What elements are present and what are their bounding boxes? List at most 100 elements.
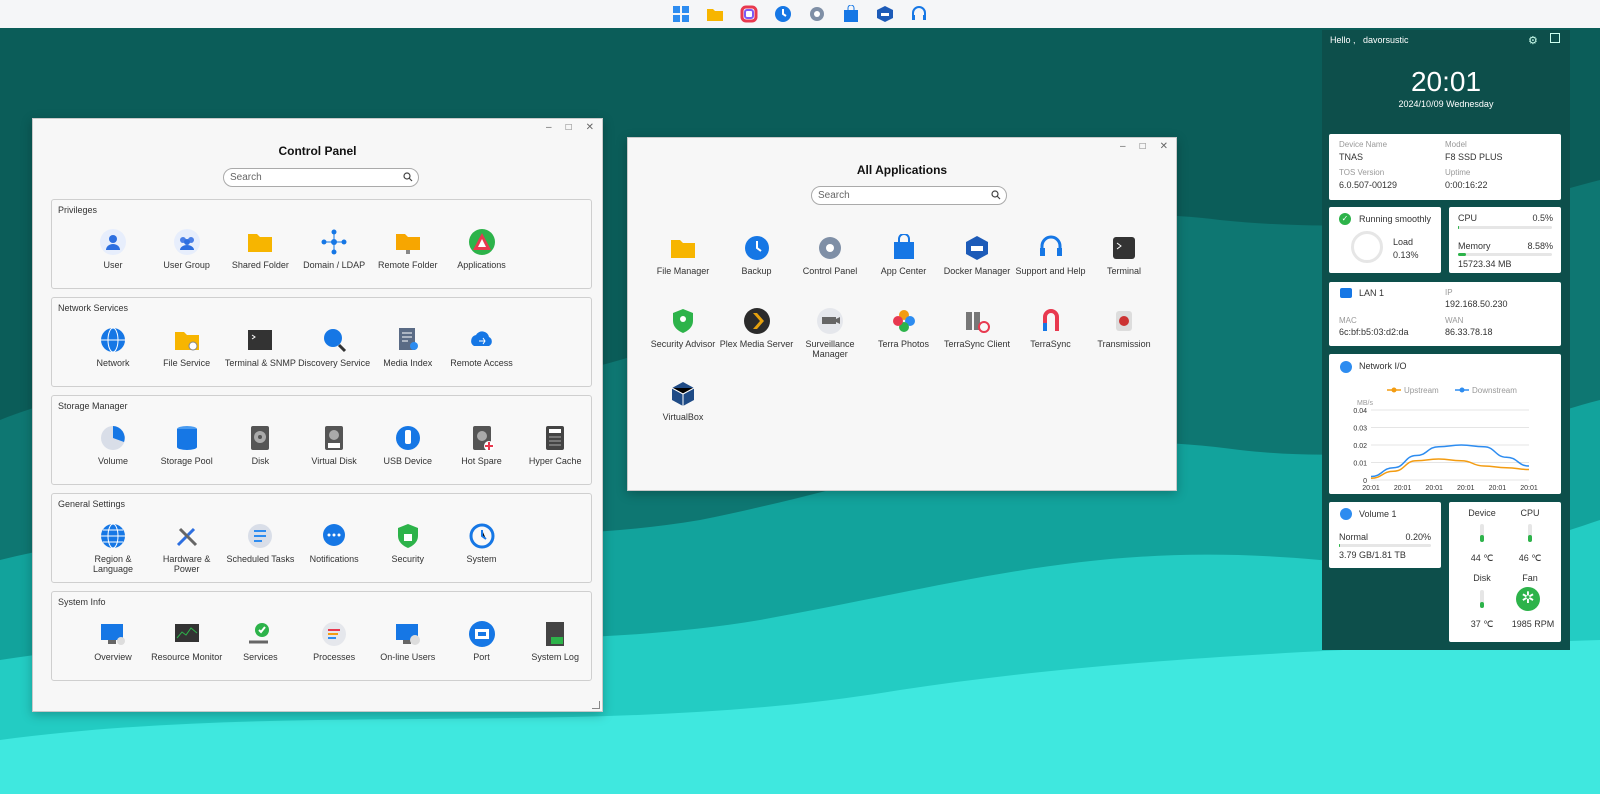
backup-icon[interactable] (772, 3, 794, 25)
volume-percent: 0.20% (1405, 532, 1431, 542)
section-network-services: Network Services Network File Service Termi… (51, 297, 592, 387)
section-title: Storage Manager (58, 401, 128, 411)
cp-item-overview[interactable]: Overview (76, 620, 150, 662)
virtualbox-icon (669, 380, 697, 408)
app-docker[interactable]: Docker Manager (940, 234, 1014, 276)
cp-item-label: File Service (163, 358, 211, 368)
region-language-icon (99, 522, 127, 550)
search-icon[interactable] (991, 190, 1001, 203)
close-icon[interactable]: ✕ (586, 123, 594, 133)
cpu-memory-card: CPU 0.5% Memory 8.58% 15723.34 MB (1449, 207, 1561, 273)
docker-icon[interactable] (874, 3, 896, 25)
search-icon[interactable] (403, 172, 413, 185)
app-label: Plex Media Server (719, 339, 794, 349)
search-input[interactable]: Search (223, 168, 419, 187)
tos-label: TOS Version (1339, 168, 1385, 177)
minimize-icon[interactable]: – (1120, 142, 1126, 152)
cp-item-notifications[interactable]: Notifications (297, 522, 371, 564)
cp-item-label: Overview (94, 652, 132, 662)
headset-icon[interactable] (908, 3, 930, 25)
close-icon[interactable]: ✕ (1160, 142, 1168, 152)
maximize-icon[interactable]: □ (1140, 142, 1146, 152)
expand-icon[interactable] (1550, 33, 1560, 43)
cp-item-user[interactable]: User (76, 228, 150, 270)
cp-item-processes[interactable]: Processes (297, 620, 371, 662)
cp-item-port[interactable]: Port (445, 620, 519, 662)
app-app-center[interactable]: App Center (867, 234, 941, 276)
wan-label: WAN (1445, 316, 1464, 325)
app-terra-photos[interactable]: Terra Photos (867, 307, 941, 349)
app-transmission[interactable]: Transmission (1087, 307, 1161, 349)
maximize-icon[interactable]: □ (566, 123, 572, 133)
cp-item-applications[interactable]: Applications (445, 228, 519, 270)
cp-item-online-users[interactable]: On-line Users (371, 620, 445, 662)
thermometer-icon (1480, 524, 1484, 542)
cp-item-services[interactable]: Services (223, 620, 297, 662)
shopping-bag-icon[interactable] (840, 3, 862, 25)
minimize-icon[interactable]: – (546, 123, 552, 133)
app-control-panel[interactable]: Control Panel (793, 234, 867, 276)
cp-item-label: Security (391, 554, 425, 564)
app-file-manager[interactable]: File Manager (646, 234, 720, 276)
terminal-snmp-icon (246, 326, 274, 354)
cp-item-terminal-snmp[interactable]: Terminal & SNMP (223, 326, 297, 368)
cp-item-disk[interactable]: Disk (223, 424, 297, 466)
cp-item-user-group[interactable]: User Group (150, 228, 224, 270)
search-input[interactable]: Search (811, 186, 1007, 205)
clock-date: 2024/10/09 Wednesday (1398, 99, 1494, 109)
cp-item-security[interactable]: Security (371, 522, 445, 564)
legend-marker (1459, 387, 1465, 393)
file-manager-icon[interactable] (704, 3, 726, 25)
hello-text: Hello , (1330, 35, 1356, 45)
app-terminal[interactable]: Terminal (1087, 234, 1161, 276)
app-label: VirtualBox (662, 412, 704, 422)
cp-item-shared-folder[interactable]: Shared Folder (223, 228, 297, 270)
widget-panel: Hello , davorsustic ⚙ 20:01 2024/10/09 W… (1322, 30, 1570, 650)
cp-item-system-log[interactable]: System Log (518, 620, 592, 662)
app-terrasync-client[interactable]: TerraSync Client (940, 307, 1014, 349)
cp-item-label: Services (243, 652, 278, 662)
app-terrasync[interactable]: TerraSync (1014, 307, 1088, 349)
cp-item-network[interactable]: Network (76, 326, 150, 368)
control-panel-icon[interactable] (806, 3, 828, 25)
cp-item-discovery-service[interactable]: Discovery Service (297, 326, 371, 368)
uptime-value: 0:00:16:22 (1445, 180, 1488, 190)
resize-handle-icon[interactable] (592, 701, 600, 709)
file-service-icon (173, 326, 201, 354)
cp-item-scheduled-tasks[interactable]: Scheduled Tasks (223, 522, 297, 564)
cp-item-hardware-power[interactable]: Hardware & Power (150, 522, 224, 574)
temperature-card: Device 44 ℃ CPU 46 ℃ Disk 37 ℃ Fan ✲ 198… (1449, 502, 1561, 642)
grid-apps-icon[interactable] (670, 3, 692, 25)
cp-item-label: User (103, 260, 123, 270)
app-center-icon[interactable] (738, 3, 760, 25)
cp-item-system[interactable]: System (445, 522, 519, 564)
app-label: Support and Help (1015, 266, 1086, 276)
app-security-advisor[interactable]: Security Advisor (646, 307, 720, 349)
app-backup[interactable]: Backup (720, 234, 794, 276)
cp-item-region-language[interactable]: Region & Language (76, 522, 150, 574)
cp-item-domain-ldap[interactable]: Domain / LDAP (297, 228, 371, 270)
settings-icon[interactable]: ⚙ (1528, 34, 1538, 47)
cp-item-hyper-cache[interactable]: Hyper Cache (518, 424, 592, 466)
cp-item-volume[interactable]: Volume (76, 424, 150, 466)
cp-item-hot-spare[interactable]: Hot Spare (445, 424, 519, 466)
app-surveillance[interactable]: Surveillance Manager (793, 307, 867, 359)
cp-item-virtual-disk[interactable]: Virtual Disk (297, 424, 371, 466)
cp-item-storage-pool[interactable]: Storage Pool (150, 424, 224, 466)
app-virtualbox[interactable]: VirtualBox (646, 380, 720, 422)
cp-item-media-index[interactable]: Media Index (371, 326, 445, 368)
cp-item-usb-device[interactable]: USB Device (371, 424, 445, 466)
user-group-icon (173, 228, 201, 256)
cp-item-resource-monitor[interactable]: Resource Monitor (150, 620, 224, 662)
cp-item-remote-folder[interactable]: Remote Folder (371, 228, 445, 270)
app-center-icon (890, 234, 918, 262)
disk-icon (246, 424, 274, 452)
all-applications-window[interactable]: – □ ✕ All Applications Search File Manager… (627, 137, 1177, 491)
search-placeholder: Search (818, 190, 850, 201)
app-label: Transmission (1097, 339, 1151, 349)
app-plex[interactable]: Plex Media Server (720, 307, 794, 349)
cp-item-file-service[interactable]: File Service (150, 326, 224, 368)
app-headset[interactable]: Support and Help (1014, 234, 1088, 276)
cp-item-remote-access[interactable]: Remote Access (445, 326, 519, 368)
control-panel-window[interactable]: – □ ✕ Control Panel Search Privileges User U… (32, 118, 603, 712)
